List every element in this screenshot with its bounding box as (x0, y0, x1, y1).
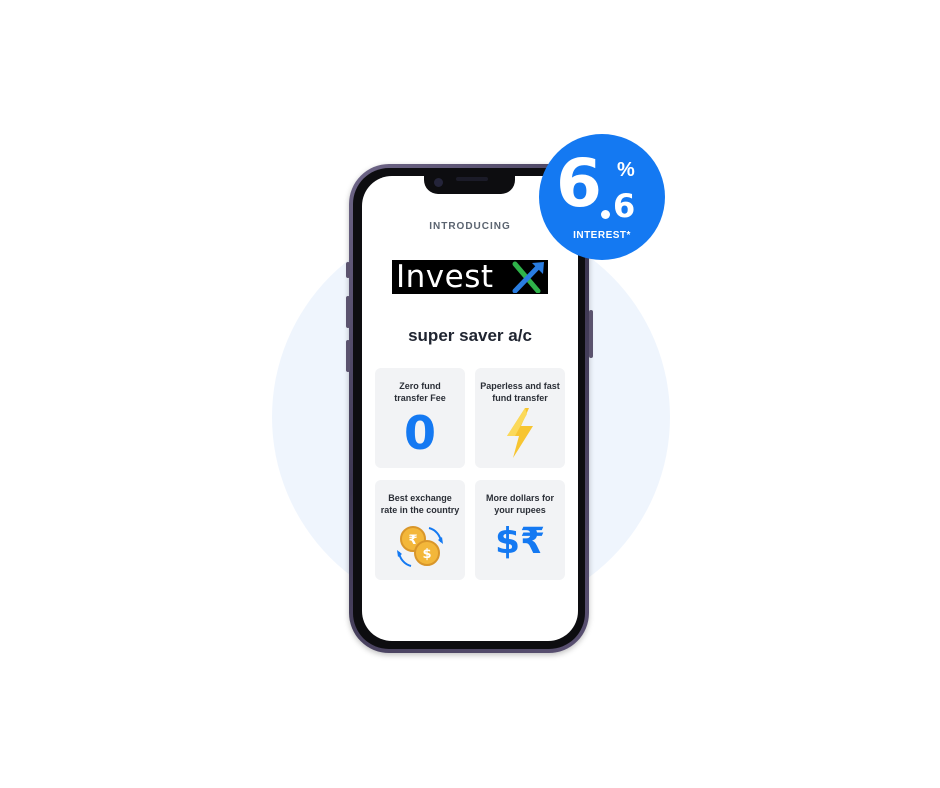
feature-title: Zero fund transfer Fee (379, 380, 461, 404)
front-camera (434, 178, 443, 187)
phone-mute-switch (346, 262, 350, 278)
lightning-bolt-icon (475, 408, 565, 458)
interest-label: INTEREST* (573, 230, 631, 241)
feature-title-line2: transfer Fee (394, 393, 446, 403)
feature-title-line1: More dollars for (485, 493, 554, 503)
svg-text:₹: ₹ (408, 533, 417, 548)
feature-card-paperless: Paperless and fast fund transfer (475, 368, 565, 468)
feature-title-line1: Zero fund (399, 381, 441, 391)
feature-title: More dollars for your rupees (479, 492, 561, 516)
logo-text: Invest (396, 259, 494, 295)
percent-sign: % (617, 159, 635, 181)
phone-notch (424, 174, 515, 194)
feature-title-line1: Paperless and fast (480, 381, 560, 391)
feature-card-exchange-rate: Best exchange rate in the country ₹ $ (375, 480, 465, 580)
rate-minor: 6 (613, 187, 636, 225)
feature-title-line2: rate in the country (380, 505, 460, 515)
investx-logo: Invest (392, 260, 548, 294)
interest-rate-badge: 6 6 % INTEREST* (539, 134, 665, 260)
feature-card-more-dollars: More dollars for your rupees $₹ (475, 480, 565, 580)
feature-card-zero-fee: Zero fund transfer Fee 0 (375, 368, 465, 468)
feature-title-line2: fund transfer (492, 393, 548, 403)
feature-title: Paperless and fast fund transfer (479, 380, 561, 404)
rate-decimal-point (601, 210, 610, 219)
product-title: super saver a/c (408, 326, 532, 345)
zero-fee-value: 0 (403, 406, 436, 460)
phone-power-button (589, 310, 593, 358)
feature-title: Best exchange rate in the country (379, 492, 461, 516)
svg-text:$: $ (422, 547, 431, 562)
dollar-rupee-icon: $₹ (494, 521, 546, 562)
earpiece-speaker (456, 177, 488, 181)
logo-x-arrow-icon (512, 261, 544, 293)
phone-volume-up-button (346, 296, 350, 328)
phone-volume-down-button (346, 340, 350, 372)
currency-exchange-coins-icon: ₹ $ (375, 522, 465, 572)
rate-major: 6 (556, 145, 602, 222)
phone-screen: INTRODUCING Invest super saver a/c Zero … (362, 176, 578, 641)
feature-title-line1: Best exchange (388, 493, 452, 503)
feature-title-line2: your rupees (494, 505, 546, 515)
